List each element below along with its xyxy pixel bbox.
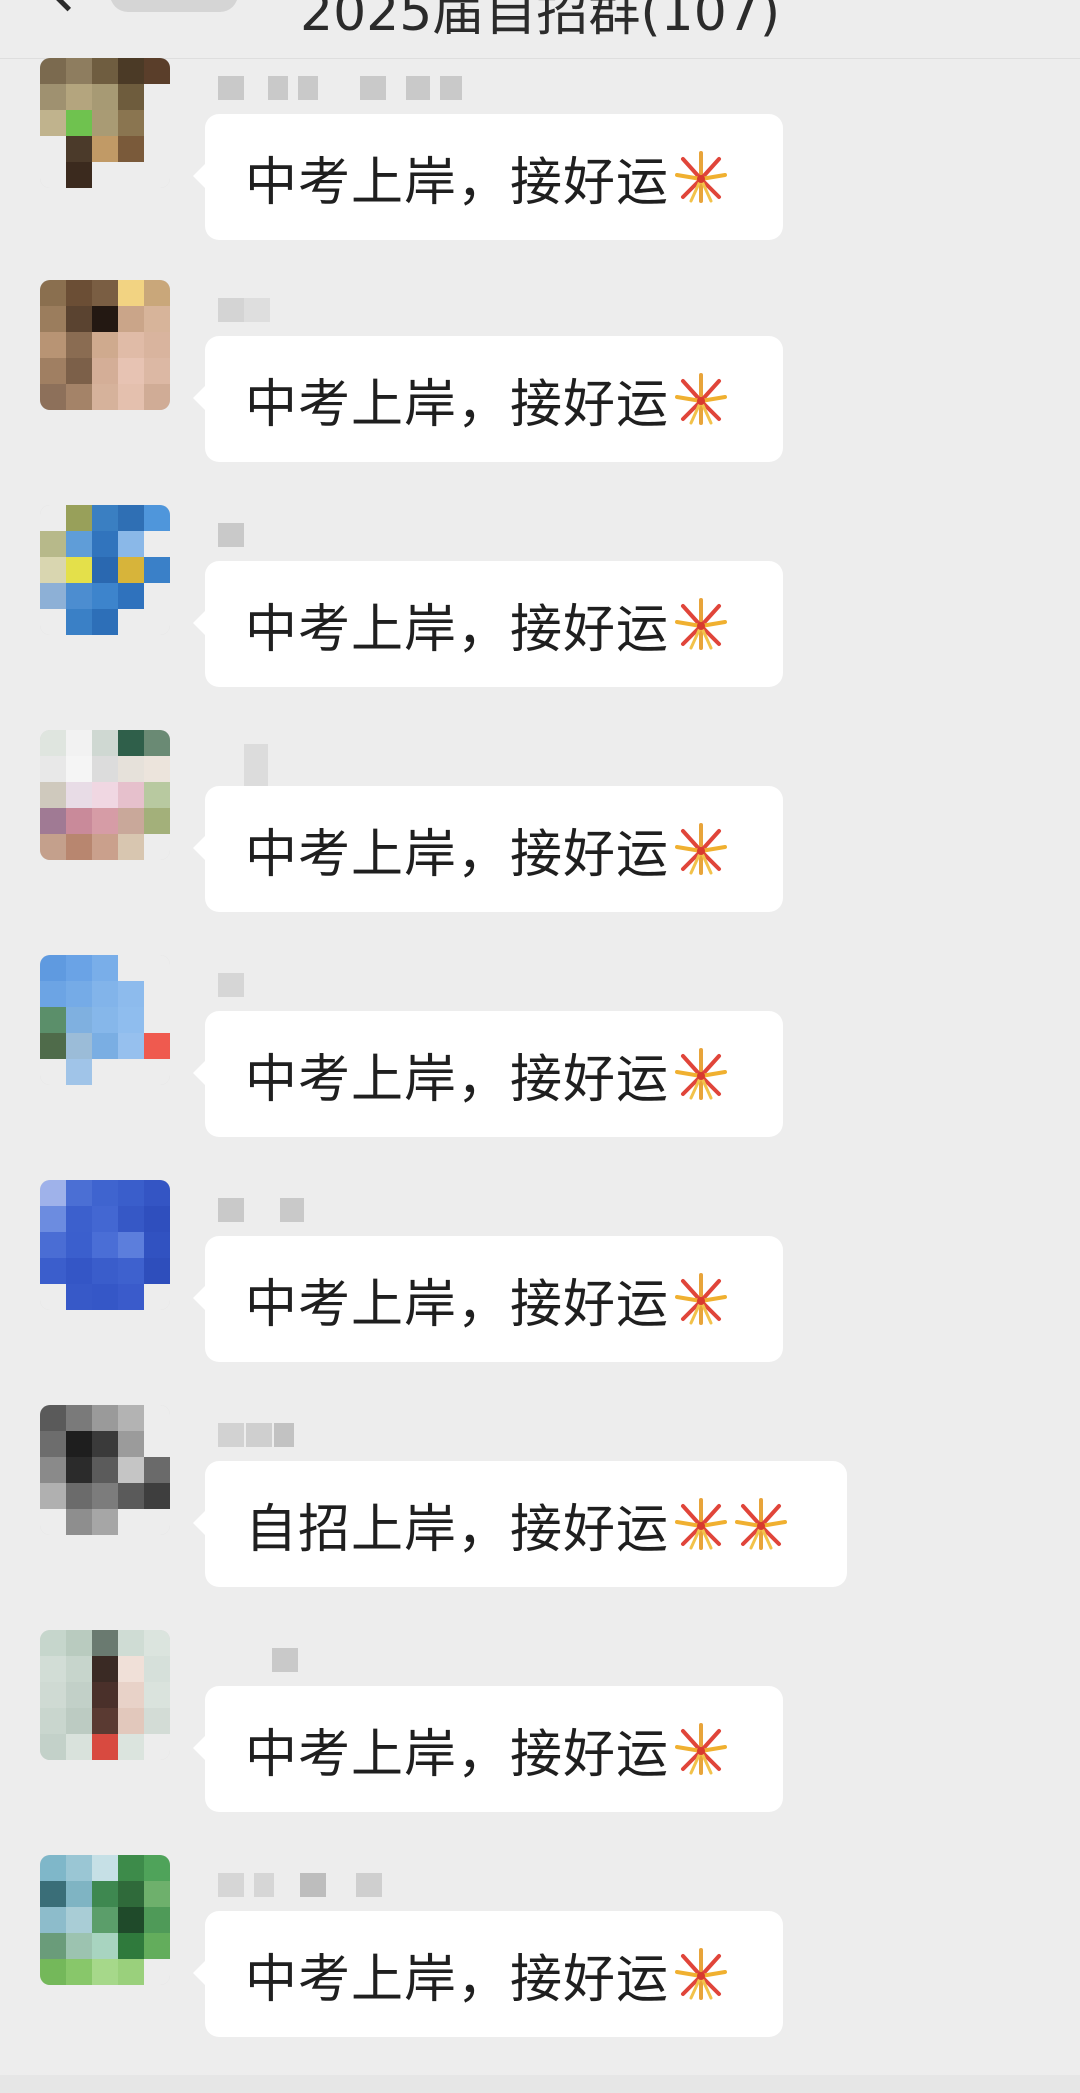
- message-bubble[interactable]: 中考上岸，接好运🎆: [193, 336, 783, 462]
- message-bubble[interactable]: 中考上岸，接好运🎆: [193, 1911, 783, 2037]
- fireworks-emoji-icon: 🎆: [673, 821, 729, 877]
- chat-header: 2025届自招群(107): [0, 0, 1080, 59]
- message-text: 中考上岸，接好运: [245, 152, 670, 213]
- message-bubble[interactable]: 中考上岸，接好运🎆: [193, 1686, 783, 1812]
- fireworks-emoji-icon: 🎆: [733, 1496, 789, 1552]
- fireworks-emoji-icon: 🎆: [673, 1046, 729, 1102]
- sender-nickname: ■: [218, 744, 268, 804]
- sender-nickname: ■: [218, 1648, 298, 1672]
- avatar[interactable]: [40, 58, 170, 188]
- message-text: 中考上岸，接好运: [245, 1274, 670, 1335]
- message-bubble[interactable]: 中考上岸，接好运🎆: [193, 1236, 783, 1362]
- message-bubble[interactable]: 中考上岸，接好运🎆: [193, 114, 783, 240]
- message-text: 中考上岸，接好运: [245, 374, 670, 435]
- message-bubble[interactable]: 中考上岸，接好运🎆: [193, 561, 783, 687]
- sender-nickname: ■: [218, 523, 244, 547]
- avatar[interactable]: [40, 505, 170, 635]
- message-text: 中考上岸，接好运: [245, 1724, 670, 1785]
- message-bubble[interactable]: 中考上岸，接好运🎆: [193, 1011, 783, 1137]
- sender-nickname: ■ ■■ ■■: [218, 76, 462, 100]
- avatar[interactable]: [40, 280, 170, 410]
- sender-nickname: ■■: [218, 298, 270, 322]
- sender-nickname: ■: [218, 973, 244, 997]
- message-text: 中考上岸，接好运: [245, 824, 670, 885]
- chat-title: 2025届自招群(107): [300, 0, 781, 43]
- sender-nickname: ■■ ■ ■: [218, 1873, 382, 1897]
- avatar[interactable]: [40, 730, 170, 860]
- back-arrow-icon[interactable]: [45, 0, 90, 12]
- fireworks-emoji-icon: 🎆: [673, 1271, 729, 1327]
- message-text: 中考上岸，接好运: [245, 1949, 670, 2010]
- fireworks-emoji-icon: 🎆: [673, 371, 729, 427]
- message-bubble[interactable]: 中考上岸，接好运🎆: [193, 786, 783, 912]
- fireworks-emoji-icon: 🎆: [673, 1496, 729, 1552]
- avatar[interactable]: [40, 1180, 170, 1310]
- input-bar-edge: [0, 2075, 1080, 2093]
- fireworks-emoji-icon: 🎆: [673, 1721, 729, 1777]
- sender-nickname: ■ ■: [218, 1198, 304, 1222]
- avatar[interactable]: [40, 955, 170, 1085]
- message-text: 自招上岸，接好运: [245, 1499, 670, 1560]
- message-bubble[interactable]: 自招上岸，接好运🎆🎆: [193, 1461, 847, 1587]
- fireworks-emoji-icon: 🎆: [673, 1946, 729, 2002]
- message-text: 中考上岸，接好运: [245, 599, 670, 660]
- fireworks-emoji-icon: 🎆: [673, 149, 729, 205]
- unread-count-badge[interactable]: [110, 0, 238, 12]
- message-text: 中考上岸，接好运: [245, 1049, 670, 1110]
- avatar[interactable]: [40, 1855, 170, 1985]
- avatar[interactable]: [40, 1630, 170, 1760]
- sender-nickname: ■■: [218, 1423, 294, 1447]
- fireworks-emoji-icon: 🎆: [673, 596, 729, 652]
- avatar[interactable]: [40, 1405, 170, 1535]
